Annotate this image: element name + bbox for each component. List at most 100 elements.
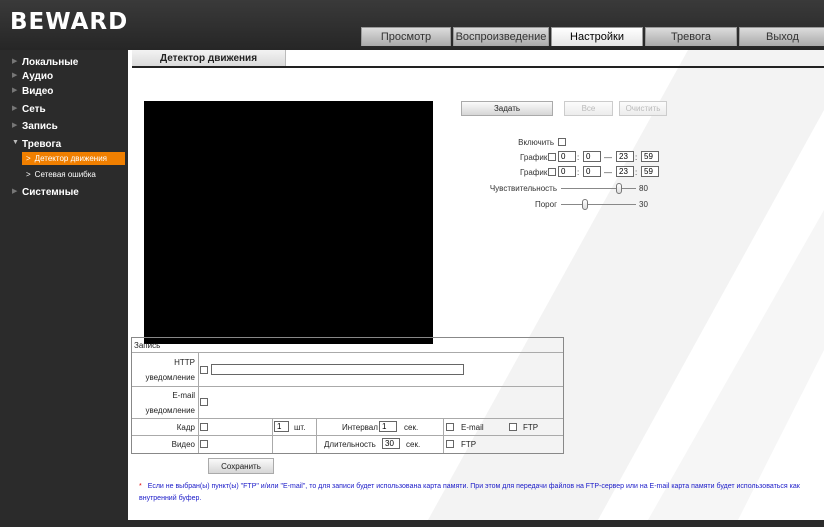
chevron-right-icon: ▶ [12,58,18,65]
sidebar-subitem-label: Сетевая ошибка [34,170,96,179]
video-preview[interactable] [144,101,433,344]
sidebar-item-network[interactable]: ▶ Сеть [0,101,128,117]
separator: : [577,168,580,177]
chevron-right-icon: ▶ [12,122,18,129]
threshold-label: Порог [534,200,557,209]
chevron-right-icon: ▶ [12,105,18,112]
email-notify-checkbox[interactable] [200,398,208,406]
schedule-1-end-hour[interactable] [616,151,634,162]
schedule-2-label: График 2 [519,168,554,177]
threshold-value: 30 [639,200,648,209]
frame-ftp-checkbox[interactable] [509,423,517,431]
bottom-bar [128,520,824,527]
clear-button[interactable]: Очистить [619,101,667,116]
sidebar-item-label: Локальные [22,56,79,68]
sidebar-item-video[interactable]: ▶ Видео [0,83,128,99]
email-label: E-mail [172,391,195,400]
tab-playback[interactable]: Воспроизведение [453,27,549,46]
frame-label: Кадр [176,423,195,432]
separator: — [604,168,612,177]
interval-input[interactable] [379,421,397,432]
chevron-right-icon: ▶ [12,72,18,79]
sidebar-subitem-motion-detector[interactable]: > Детектор движения [22,152,125,165]
sidebar-subitem-label: Детектор движения [34,154,107,163]
separator: : [635,153,638,162]
schedule-2-checkbox[interactable] [548,168,556,176]
top-header: BEWARD Просмотр Воспроизведение Настройк… [0,0,824,50]
http-notify-input[interactable] [211,364,464,375]
sidebar-subitem-network-error[interactable]: > Сетевая ошибка [22,168,125,181]
interval-unit: сек. [404,423,419,432]
schedule-2-start-hour[interactable] [558,166,576,177]
video-label: Видео [171,440,195,449]
http-label-2: уведомление [145,373,195,382]
schedule-1-start-hour[interactable] [558,151,576,162]
record-header: Запись [134,341,161,350]
frame-email-label: E-mail [461,423,484,432]
required-asterisk: * [139,483,142,490]
record-settings-table: Запись HTTP уведомление E-mail уведомлен… [131,337,564,454]
set-button[interactable]: Задать [461,101,553,116]
enable-label: Включить [518,138,554,147]
tab-divider [132,66,824,68]
sidebar-item-label: Запись [22,120,58,132]
sensitivity-label: Чувствительность [489,184,557,193]
sidebar-item-label: Системные [22,186,79,198]
http-notify-checkbox[interactable] [200,366,208,374]
note-text: Если не выбран(ы) пункт(ы) "FTP" и/или "… [139,483,800,502]
threshold-slider-handle[interactable] [581,199,588,210]
video-ftp-label: FTP [461,440,477,449]
schedule-2-start-minute[interactable] [583,166,601,177]
page-title: Детектор движения [132,50,286,66]
sidebar-item-alarm[interactable]: ▼ Тревога [0,136,128,152]
tab-settings[interactable]: Настройки [551,27,643,46]
tab-alarm[interactable]: Тревога [645,27,737,46]
threshold-slider-track[interactable] [561,204,636,205]
schedule-1-start-minute[interactable] [583,151,601,162]
tab-exit[interactable]: Выход [739,27,824,46]
sidebar-item-audio[interactable]: ▶ Аудио [0,68,128,84]
chevron-right-icon: ▶ [12,188,18,195]
schedule-1-label: График 1 [519,153,554,162]
brand-logo: BEWARD [10,9,129,35]
sensitivity-slider-track[interactable] [561,188,636,189]
interval-label: Интервал [342,423,378,432]
sensitivity-slider-handle[interactable] [616,183,623,194]
frame-ftp-label: FTP [523,423,539,432]
schedule-2-end-hour[interactable] [616,166,634,177]
schedule-1-checkbox[interactable] [548,153,556,161]
duration-unit: сек. [406,440,421,449]
chevron-right-icon: > [26,154,31,163]
sensitivity-value: 80 [639,184,648,193]
chevron-right-icon: > [26,170,31,179]
duration-label: Длительность [324,440,376,449]
sidebar-item-record[interactable]: ▶ Запись [0,118,128,134]
separator: : [635,168,638,177]
frame-email-checkbox[interactable] [446,423,454,431]
sidebar-item-label: Тревога [22,138,62,150]
sidebar-item-label: Аудио [22,70,54,82]
main-tabs: Просмотр Воспроизведение Настройки Трево… [361,27,824,46]
sidebar: ▶ Локальные ▶ Аудио ▶ Видео ▶ Сеть ▶ Зап… [0,50,128,527]
sidebar-item-label: Сеть [22,103,46,115]
duration-input[interactable] [382,438,400,449]
chevron-right-icon: ▶ [12,87,18,94]
schedule-2-end-minute[interactable] [641,166,659,177]
sidebar-item-label: Видео [22,85,54,97]
tab-view[interactable]: Просмотр [361,27,451,46]
save-button[interactable]: Сохранить [208,458,274,474]
email-label-2: уведомление [145,406,195,415]
schedule-1-end-minute[interactable] [641,151,659,162]
separator: : [577,153,580,162]
sidebar-item-system[interactable]: ▶ Системные [0,184,128,200]
frame-checkbox[interactable] [200,423,208,431]
enable-checkbox[interactable] [558,138,566,146]
all-button[interactable]: Все [564,101,613,116]
video-checkbox[interactable] [200,440,208,448]
chevron-down-icon: ▼ [12,139,19,146]
frame-unit: шт. [294,423,306,432]
separator: — [604,153,612,162]
video-ftp-checkbox[interactable] [446,440,454,448]
frame-count-input[interactable] [274,421,289,432]
memory-card-note: * Если не выбран(ы) пункт(ы) "FTP" и/или … [139,481,819,505]
